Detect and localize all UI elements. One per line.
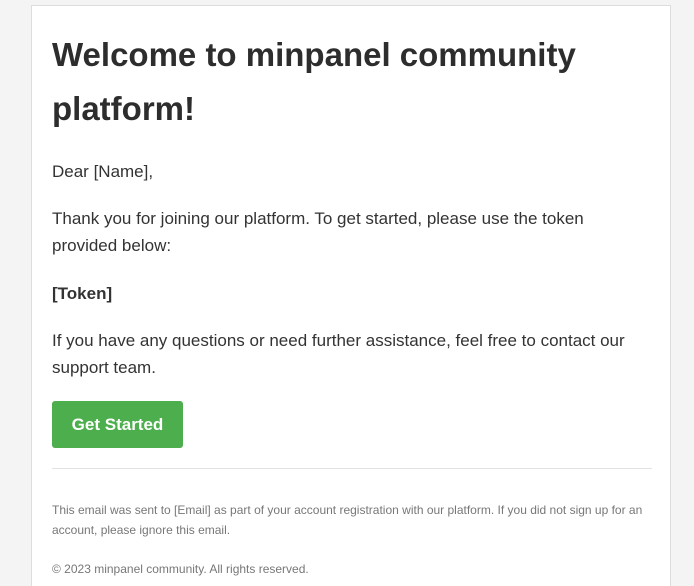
email-card: Welcome to minpanel community platform! … <box>31 5 671 586</box>
support-text: If you have any questions or need furthe… <box>52 331 625 377</box>
get-started-button[interactable]: Get Started <box>52 401 183 448</box>
greeting-text: Dear [Name], <box>52 162 154 181</box>
token-text: [Token] <box>52 284 113 303</box>
footer-divider <box>52 468 652 469</box>
email-title: Welcome to minpanel community platform! <box>52 36 576 127</box>
footer-notice: This email was sent to [Email] as part o… <box>52 503 643 537</box>
intro-text: Thank you for joining our platform. To g… <box>52 209 584 255</box>
email-page: Welcome to minpanel community platform! … <box>0 0 694 586</box>
copyright-text: © 2023 minpanel community. All rights re… <box>52 562 309 576</box>
